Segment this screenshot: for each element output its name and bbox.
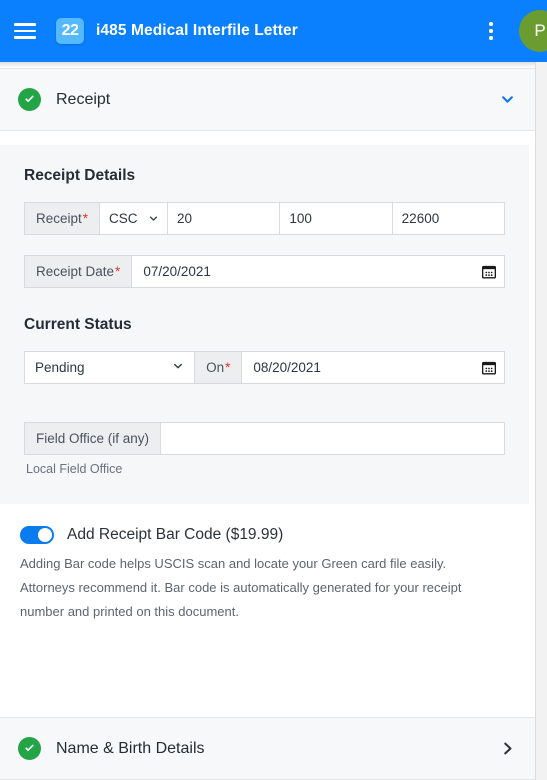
kebab-menu-icon[interactable] [479,18,503,44]
page-body: Receipt Receipt Details Receipt * CSC 20… [0,62,547,780]
barcode-toggle-label: Add Receipt Bar Code ($19.99) [67,526,284,543]
receipt-date-label: Receipt Date * [24,255,133,288]
required-asterisk: * [225,360,231,375]
kebab-dot [489,29,493,33]
receipt-label: Receipt * [24,202,101,235]
status-select[interactable]: Pending [24,351,196,384]
hamburger-bar [14,23,36,26]
receipt-details-title: Receipt Details [24,167,136,184]
current-status-title: Current Status [24,316,132,333]
required-asterisk: * [82,211,89,226]
hamburger-bar [14,29,36,33]
check-circle-icon [18,88,41,111]
receipt-number-row: Receipt * CSC 20 100 22600 [24,202,505,235]
chevron-down-icon[interactable] [498,90,517,109]
kebab-dot [489,22,493,26]
status-date-value: 08/20/2021 [253,360,321,375]
chevron-down-icon [148,213,159,224]
kebab-dot [489,36,493,40]
accordion-title-name-birth: Name & Birth Details [56,739,205,757]
receipt-date-input[interactable]: 07/20/2021 [132,255,505,288]
status-on-label-text: On [206,360,225,375]
barcode-description: Adding Bar code helps USCIS scan and loc… [20,556,462,620]
avatar[interactable]: P [519,10,547,52]
toggle-knob [38,528,52,542]
hamburger-bar [14,36,36,39]
field-office-input[interactable] [161,422,505,455]
accordion-title-receipt: Receipt [56,90,111,108]
barcode-toggle[interactable] [20,526,54,544]
receipt-label-text: Receipt [36,211,82,226]
form-card: Receipt Receipt Details Receipt * CSC 20… [0,62,536,780]
field-office-helper-text: Local Field Office [26,462,123,476]
calendar-icon[interactable] [480,263,497,280]
receipt-panel: Receipt Details Receipt * CSC 20 100 2260… [0,145,529,504]
calendar-icon[interactable] [480,359,497,376]
accordion-header-name-birth[interactable]: Name & Birth Details [0,717,535,780]
hamburger-menu-icon[interactable] [14,18,40,44]
receipt-office-select[interactable]: CSC [100,202,169,235]
check-circle-icon [18,737,41,760]
page-title: i485 Medical Interfile Letter [96,22,298,39]
accordion-footer: Name & Birth Details [0,717,535,780]
chevron-right-icon[interactable] [498,739,517,758]
field-office-row: Field Office (if any) [24,422,505,455]
field-office-label: Field Office (if any) [24,422,162,455]
status-on-label: On * [195,351,243,384]
receipt-part3-input[interactable]: 100 [280,202,393,235]
brand-logo-icon[interactable]: 22 [56,18,84,44]
receipt-part2-input[interactable]: 20 [168,202,281,235]
barcode-block: Add Receipt Bar Code ($19.99) Adding Bar… [0,504,535,624]
receipt-date-row: Receipt Date * 07/20/2021 [24,255,505,288]
required-asterisk: * [115,264,121,279]
receipt-date-label-text: Receipt Date [36,264,115,279]
accordion-header-receipt[interactable]: Receipt [0,68,535,131]
app-bar: 22 i485 Medical Interfile Letter P [0,0,547,62]
receipt-office-value: CSC [109,211,138,226]
app-bar-actions: P [479,10,547,52]
field-office-label-text: Field Office (if any) [36,431,150,446]
barcode-toggle-row: Add Receipt Bar Code ($19.99) [20,526,511,544]
status-select-value: Pending [35,360,85,375]
receipt-part4-input[interactable]: 22600 [392,202,505,235]
current-status-row: Pending On * 08/20/2021 [24,351,506,384]
status-date-input[interactable]: 08/20/2021 [242,351,506,384]
chevron-down-icon [172,360,184,375]
receipt-date-value: 07/20/2021 [143,264,211,279]
